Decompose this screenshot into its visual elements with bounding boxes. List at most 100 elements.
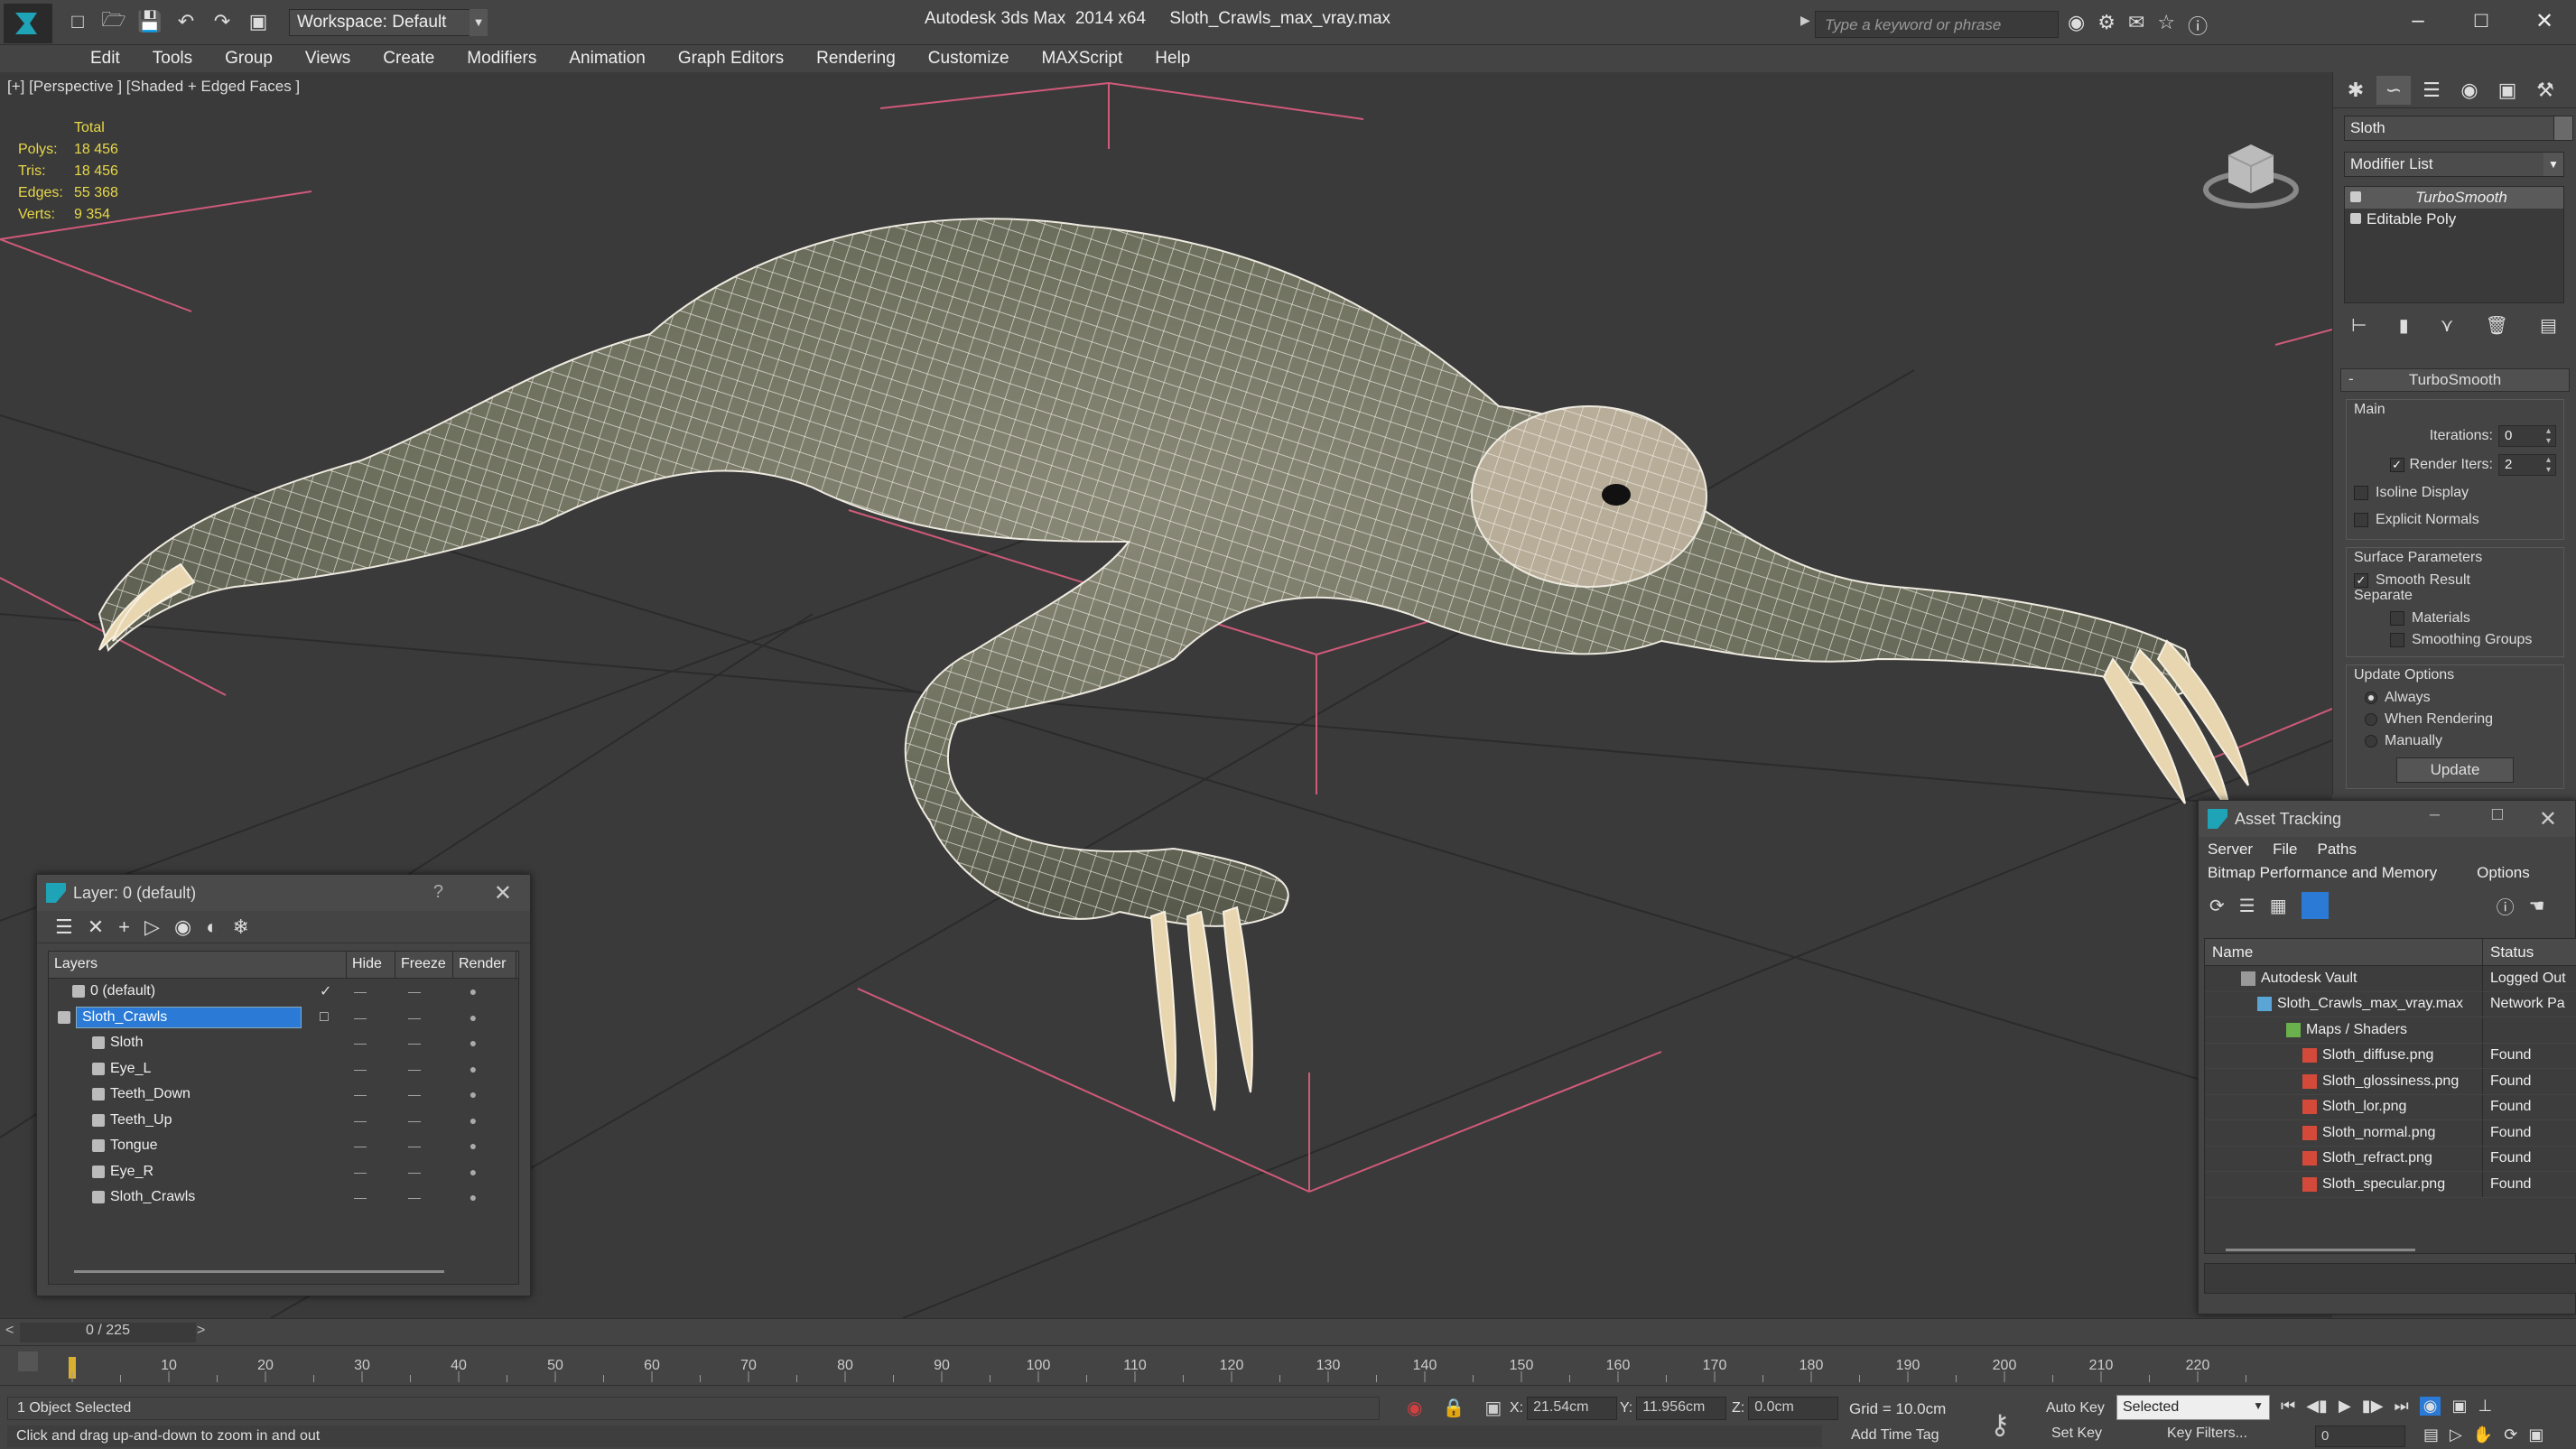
menu-maxscript[interactable]: MAXScript xyxy=(1026,45,1139,72)
help-icon[interactable]: ? xyxy=(433,882,443,903)
column-header-hide[interactable]: Hide xyxy=(347,952,395,978)
render-iters-checkbox[interactable]: ✓ xyxy=(2389,458,2404,472)
always-radio[interactable] xyxy=(2365,692,2377,704)
asset-row[interactable]: Sloth_refract.png Found xyxy=(2205,1146,2576,1172)
search-input[interactable]: Type a keyword or phrase xyxy=(1815,11,2059,38)
asset-path-field[interactable] xyxy=(2204,1263,2576,1294)
create-tab-icon[interactable]: ✱ xyxy=(2339,76,2373,105)
add-to-layer-icon[interactable]: + xyxy=(118,915,130,939)
object-row[interactable]: Eye_R — — ● xyxy=(49,1159,518,1185)
remove-modifier-icon[interactable]: 🗑 xyxy=(2486,314,2508,337)
object-row[interactable]: Sloth — — ● xyxy=(49,1030,518,1056)
coord-x-field[interactable]: 21.54cm xyxy=(1527,1397,1618,1420)
tree-view-icon[interactable]: ▦ xyxy=(2270,895,2287,917)
column-header-layers[interactable]: Layers xyxy=(49,952,347,978)
column-header-render[interactable]: Render xyxy=(453,952,516,978)
menu-rendering[interactable]: Rendering xyxy=(800,45,912,72)
menu-help[interactable]: Help xyxy=(1139,45,1206,72)
coord-y-field[interactable]: 11.956cm xyxy=(1636,1397,1727,1420)
workspace-dropdown[interactable]: Workspace: Default xyxy=(289,9,488,36)
asset-row[interactable]: Sloth_diffuse.png Found xyxy=(2205,1043,2576,1069)
next-frame-icon[interactable]: ▮▶ xyxy=(2362,1397,2384,1416)
save-file-icon[interactable]: 💾 xyxy=(137,9,163,34)
freeze-toggle[interactable]: — xyxy=(387,1113,442,1128)
curve-editor-icon[interactable] xyxy=(18,1351,38,1371)
asset-row[interactable]: Maps / Shaders xyxy=(2205,1017,2576,1044)
object-row[interactable]: Sloth_Crawls — — ● xyxy=(49,1184,518,1211)
freeze-toggle[interactable]: — xyxy=(387,1087,442,1101)
absolute-mode-icon[interactable]: ▣ xyxy=(1484,1397,1502,1419)
zoom-extents-icon[interactable]: ▣ xyxy=(2451,1397,2467,1416)
asset-tracking-titlebar[interactable]: Asset Tracking – □ ✕ xyxy=(2199,801,2575,837)
redo-icon[interactable]: ↷ xyxy=(209,9,235,34)
freeze-toggle[interactable]: — xyxy=(387,984,442,999)
binoculars-icon[interactable]: ◉ xyxy=(2068,11,2085,40)
object-row[interactable]: Teeth_Up — — ● xyxy=(49,1108,518,1134)
track-bar[interactable]: 10 20 30 40 50 60 70 80 90 100 110 120 130 140 150 160 1… xyxy=(0,1345,2576,1385)
asset-row[interactable]: Sloth_lor.png Found xyxy=(2205,1094,2576,1120)
iterations-spinner[interactable]: 0 xyxy=(2498,425,2556,447)
render-teapot-icon[interactable]: ● xyxy=(442,1010,505,1025)
time-config-icon[interactable]: ▤ xyxy=(2423,1426,2439,1444)
show-end-result-icon[interactable]: ▮ xyxy=(2399,314,2409,337)
time-slider-right-icon[interactable]: > xyxy=(197,1323,205,1339)
modifier-list-dropdown[interactable]: Modifier List ▼ xyxy=(2344,152,2564,177)
object-row[interactable]: Tongue — — ● xyxy=(49,1133,518,1159)
when-rendering-radio[interactable] xyxy=(2365,713,2377,726)
menu-group[interactable]: Group xyxy=(209,45,289,72)
menu-file[interactable]: File xyxy=(2273,841,2297,859)
menu-create[interactable]: Create xyxy=(367,45,451,72)
freeze-toggle[interactable]: — xyxy=(387,1165,442,1179)
freeze-toggle[interactable]: — xyxy=(387,1138,442,1153)
lock-selection-icon[interactable]: 🔒 xyxy=(1442,1397,1465,1419)
minimize-icon[interactable]: – xyxy=(2430,804,2440,825)
stack-item-turbosmooth[interactable]: TurboSmooth xyxy=(2345,187,2563,209)
render-teapot-icon[interactable]: ● xyxy=(442,1036,505,1050)
asset-row[interactable]: Sloth_specular.png Found xyxy=(2205,1172,2576,1198)
project-folder-icon[interactable]: ▣ xyxy=(246,9,271,34)
menu-modifiers[interactable]: Modifiers xyxy=(451,45,553,72)
menu-tools[interactable]: Tools xyxy=(136,45,209,72)
lightbulb-icon[interactable] xyxy=(2350,191,2361,202)
hierarchy-tab-icon[interactable]: ☰ xyxy=(2414,76,2449,105)
subscription-icon[interactable]: ⚙ xyxy=(2097,11,2116,40)
hide-toggle[interactable]: — xyxy=(333,1010,387,1025)
hide-toggle[interactable]: — xyxy=(333,984,387,999)
pan-icon[interactable]: ✋ xyxy=(2473,1426,2493,1444)
hide-toggle[interactable]: — xyxy=(333,1190,387,1204)
layer-dialog-titlebar[interactable]: Layer: 0 (default) ? ✕ xyxy=(37,875,530,911)
render-teapot-icon[interactable]: ● xyxy=(442,984,505,999)
pin-stack-icon[interactable]: ⊢ xyxy=(2351,314,2367,337)
isolate-selection-icon[interactable]: ◉ xyxy=(1407,1397,1422,1419)
app-logo-button[interactable] xyxy=(4,4,52,43)
go-to-start-icon[interactable]: ⏮ xyxy=(2281,1397,2295,1416)
object-row[interactable]: Eye_L — — ● xyxy=(49,1056,518,1082)
render-teapot-icon[interactable]: ● xyxy=(442,1190,505,1204)
menu-edit[interactable]: Edit xyxy=(74,45,136,72)
zoom-icon[interactable]: ▷ xyxy=(2450,1426,2462,1444)
add-time-tag[interactable]: Add Time Tag xyxy=(1851,1427,1939,1444)
communication-icon[interactable]: ✉ xyxy=(2128,11,2144,40)
delete-layer-icon[interactable]: ✕ xyxy=(88,915,104,939)
update-button[interactable]: Update xyxy=(2396,757,2514,783)
hide-toggle[interactable]: — xyxy=(333,1036,387,1050)
hide-all-icon[interactable]: ◐ xyxy=(206,915,218,939)
configure-modifier-sets-icon[interactable]: ▤ xyxy=(2540,314,2557,337)
help-icon[interactable]: ⓘ xyxy=(2497,893,2515,919)
freeze-toggle[interactable]: — xyxy=(387,1036,442,1050)
object-name-field[interactable]: Sloth xyxy=(2344,116,2559,141)
viewport-label[interactable]: [+] [Perspective ] [Shaded + Edged Faces… xyxy=(7,78,300,96)
list-view-icon[interactable]: ☰ xyxy=(2239,895,2255,917)
close-button[interactable]: ✕ xyxy=(2513,0,2576,42)
menu-options[interactable]: Options xyxy=(2477,864,2530,886)
stack-item-editable-poly[interactable]: Editable Poly xyxy=(2345,209,2563,230)
help-pointer-icon[interactable]: ☚ xyxy=(2529,895,2545,917)
modify-tab-icon[interactable]: ∽ xyxy=(2376,76,2411,105)
set-key-button[interactable]: Set Key xyxy=(2051,1426,2102,1442)
maximize-viewport-icon[interactable]: ▣ xyxy=(2528,1426,2543,1444)
asset-row[interactable]: Autodesk Vault Logged Out xyxy=(2205,966,2576,992)
object-color-swatch[interactable] xyxy=(2553,116,2573,141)
render-teapot-icon[interactable]: ● xyxy=(442,1165,505,1179)
display-tab-icon[interactable]: ▣ xyxy=(2490,76,2525,105)
column-header-status[interactable]: Status xyxy=(2483,939,2541,965)
